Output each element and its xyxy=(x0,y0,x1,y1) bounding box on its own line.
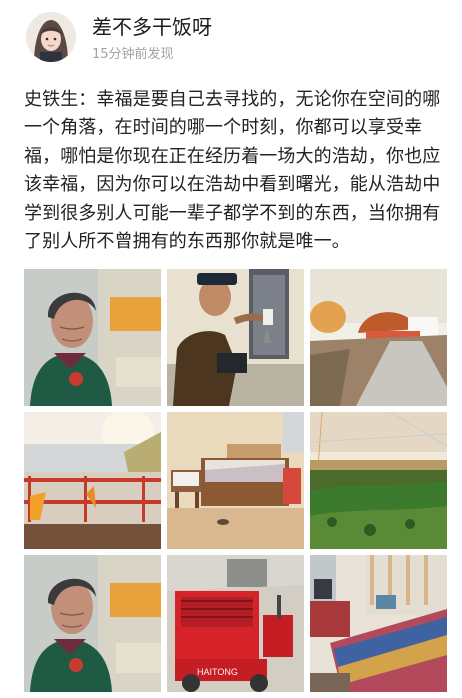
post-text: 史铁生：幸福是要自己去寻找的，无论你在空间的哪一个角落，在时间的哪一个时刻，你都… xyxy=(24,89,441,253)
photo-thumbnail-9[interactable] xyxy=(310,555,447,692)
author-name[interactable]: 差不多干饭呀 xyxy=(92,14,212,40)
photo-thumbnail-4[interactable] xyxy=(24,412,161,549)
photo-grid: HAITONG xyxy=(24,269,447,698)
photo-thumbnail-8[interactable]: HAITONG xyxy=(167,555,304,692)
post-time: 15分钟前发现 xyxy=(92,47,174,62)
author-avatar[interactable] xyxy=(26,12,76,62)
photo-thumbnail-2[interactable] xyxy=(167,269,304,406)
photo-thumbnail-5[interactable] xyxy=(167,412,304,549)
photo-thumbnail-1[interactable] xyxy=(24,269,161,406)
post-header: 差不多干饭呀 15分钟前发现 xyxy=(0,0,462,80)
tricycle-brand-text: HAITONG xyxy=(197,667,238,677)
photo-thumbnail-3[interactable] xyxy=(310,269,447,406)
photo-thumbnail-7[interactable] xyxy=(24,555,161,692)
photo-thumbnail-6[interactable] xyxy=(310,412,447,549)
